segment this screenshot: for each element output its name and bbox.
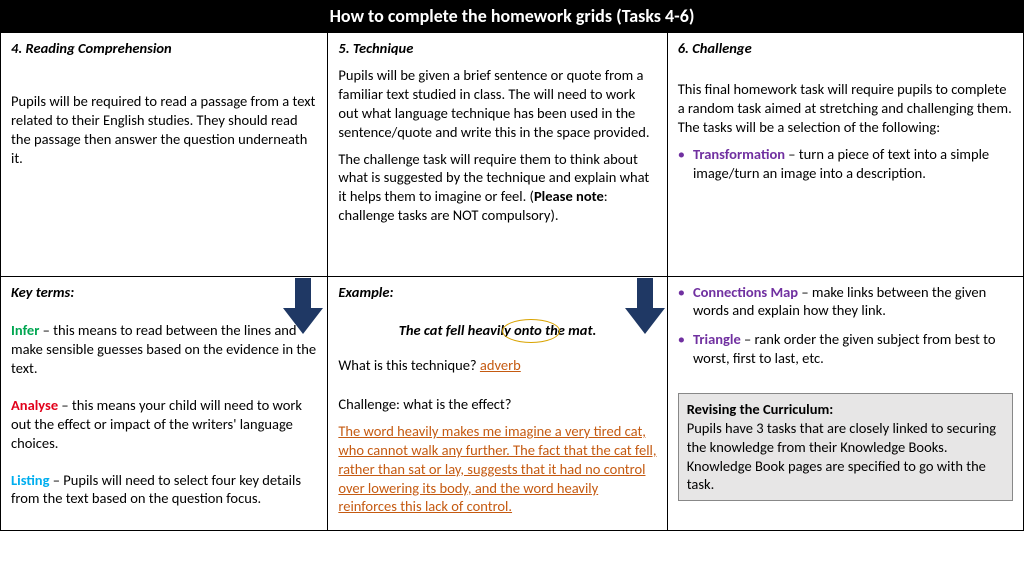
example-q1: What is this technique? adverb xyxy=(338,356,656,375)
cell-challenge: 6. Challenge This final homework task wi… xyxy=(668,33,1023,275)
example-a2: The word heavily makes me imagine a very… xyxy=(338,422,656,516)
example-q2: Challenge: what is the effect? xyxy=(338,395,656,414)
heading-4: 4. Reading Comprehension xyxy=(11,39,317,58)
bullet-connections: • Connections Map – make links between t… xyxy=(678,283,1013,321)
term-analyse: Analyse – this means your child will nee… xyxy=(11,396,317,453)
title-bar: How to complete the homework grids (Task… xyxy=(0,0,1024,33)
bullet-icon: • xyxy=(678,330,685,368)
term-infer: Infer – this means to read between the l… xyxy=(11,321,317,378)
cell-challenge-cont: • Connections Map – make links between t… xyxy=(668,277,1023,531)
rev-heading: Revising the Curriculum: xyxy=(687,400,834,418)
cell-example: Example: The cat fell heavily onto the m… xyxy=(328,277,667,531)
circle-annotation xyxy=(502,319,560,343)
body-5a: Pupils will be given a brief sentence or… xyxy=(338,66,656,141)
bullet-icon: • xyxy=(678,283,685,321)
cell-reading: 4. Reading Comprehension Pupils will be … xyxy=(1,33,328,275)
rev-body: Pupils have 3 tasks that are closely lin… xyxy=(687,419,996,494)
heading-keyterms: Key terms: xyxy=(11,283,317,302)
revising-box: Revising the Curriculum: Pupils have 3 t… xyxy=(678,393,1013,501)
term-listing: Listing – Pupils will need to select fou… xyxy=(11,471,317,509)
bullet-transformation: • Transformation – turn a piece of text … xyxy=(678,145,1013,183)
arrow-down-icon xyxy=(283,278,323,334)
body-4: Pupils will be required to read a passag… xyxy=(11,92,317,167)
cell-technique: 5. Technique Pupils will be given a brie… xyxy=(328,33,667,275)
intro-6: This final homework task will require pu… xyxy=(678,80,1013,137)
heading-5: 5. Technique xyxy=(338,39,656,58)
heading-6: 6. Challenge xyxy=(678,39,1013,58)
page-title: How to complete the homework grids (Task… xyxy=(330,5,695,27)
body-5b: The challenge task will require them to … xyxy=(338,150,656,225)
arrow-down-icon xyxy=(625,278,665,334)
bullet-icon: • xyxy=(678,145,685,183)
row-tasks: 4. Reading Comprehension Pupils will be … xyxy=(0,33,1024,276)
bullet-triangle: • Triangle – rank order the given subjec… xyxy=(678,330,1013,368)
cell-keyterms: Key terms: Infer – this means to read be… xyxy=(1,277,328,531)
heading-example: Example: xyxy=(338,283,656,302)
example-sentence: The cat fell heavily onto the mat. xyxy=(338,321,656,340)
page: How to complete the homework grids (Task… xyxy=(0,0,1024,531)
row-details: Key terms: Infer – this means to read be… xyxy=(0,277,1024,532)
